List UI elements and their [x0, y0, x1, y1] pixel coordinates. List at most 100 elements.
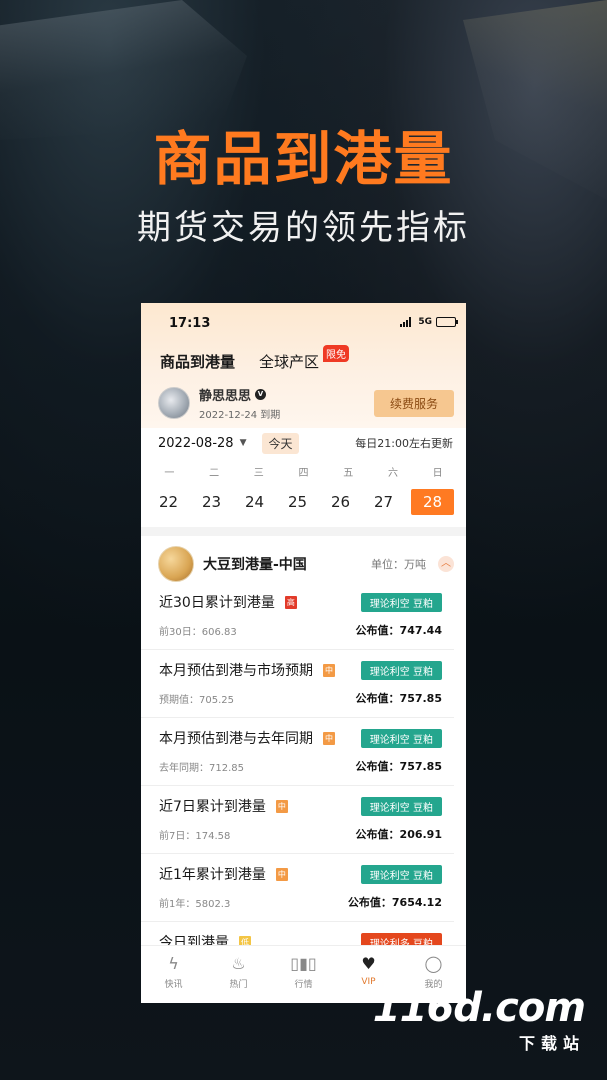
indicator-name: 近7日累计到港量: [159, 799, 266, 815]
tab-label: 行情: [294, 980, 313, 990]
status-indicators: 5G: [400, 317, 458, 327]
previous-value: 前7日：174.58: [159, 830, 231, 842]
published-value: 公布值：757.85: [355, 692, 442, 705]
unit-label: 单位：万吨: [371, 558, 426, 571]
header-area: 17:13 5G 商品到港量 全球产区 限免 静思思思 V 2022-12-24…: [141, 303, 466, 428]
section-title: 大豆到港量-中国: [203, 557, 307, 573]
avatar[interactable]: [158, 387, 190, 419]
weekday-label: 二: [209, 468, 220, 479]
section-header[interactable]: 大豆到港量-中国 单位：万吨 ︿: [141, 536, 466, 582]
importance-tag: 中: [275, 867, 288, 881]
previous-value: 去年同期：712.85: [159, 762, 244, 774]
tab-hot[interactable]: ♨ 热门: [206, 946, 271, 1003]
network-type: 5G: [418, 317, 432, 327]
day-cell[interactable]: 24: [233, 489, 276, 515]
user-name: 静思思思: [199, 389, 252, 404]
tab-arrivals[interactable]: 商品到港量: [160, 351, 235, 372]
status-bar: 17:13 5G: [141, 303, 466, 343]
indicator-name: 近1年累计到港量: [159, 867, 266, 883]
indicator-name: 近30日累计到港量: [159, 595, 275, 611]
tab-label: 热门: [229, 980, 248, 990]
user-name-line: 静思思思 V: [199, 385, 280, 404]
previous-value: 前30日：606.83: [159, 626, 237, 638]
day-cell-selected[interactable]: 28: [411, 489, 454, 515]
published-value: 公布值：7654.12: [347, 896, 442, 909]
date-picker[interactable]: 2022-08-28: [158, 436, 234, 451]
weekday-label: 日: [432, 468, 443, 479]
weekday-label: 三: [253, 468, 264, 479]
importance-tag: 中: [323, 731, 335, 745]
site-watermark: 116d.com 下载站: [372, 985, 586, 1054]
indicator-line: 本月预估到港与市场预期中 理论利空 豆粕: [159, 660, 442, 680]
published-value: 公布值：747.44: [355, 624, 442, 637]
weekday-label: 五: [343, 468, 354, 479]
indicator-name: 本月预估到港与市场预期: [159, 663, 313, 679]
person-icon: ◯: [424, 954, 443, 973]
watermark-sub: 下载站: [518, 1034, 585, 1053]
tab-label: 快讯: [164, 980, 183, 990]
day-cell[interactable]: 22: [147, 489, 190, 515]
impact-tag: 理论利空 豆粕: [360, 796, 442, 816]
promo-subline: 期货交易的领先指标: [137, 208, 470, 248]
indicator-row[interactable]: 近30日累计到港量高 理论利空 豆粕前30日：606.83 公布值：747.44: [141, 582, 454, 650]
published-value: 公布值：206.91: [355, 828, 442, 841]
indicator-row[interactable]: 本月预估到港与去年同期中 理论利空 豆粕 去年同期：712.85 公布值：757.85: [141, 718, 454, 786]
indicator-row[interactable]: 近1年累计到港量中 理论利空 豆粕前1年：5802.3 公布值：7654.12: [141, 854, 454, 922]
impact-tag: 理论利空 豆粕: [360, 592, 442, 612]
update-note: 每日21:00左右更新: [355, 437, 453, 450]
promo-headline: 商品到港量: [153, 125, 454, 193]
tab-global-regions-label: 全球产区: [259, 353, 320, 371]
day-selector: 22 23 24 25 26 27 28: [141, 479, 466, 515]
impact-tag: 理论利空 豆粕: [360, 864, 442, 884]
watermark-logo: 116d.com: [372, 985, 586, 1031]
vip-badge-icon: V: [255, 389, 267, 400]
user-expire: 2022-12-24 到期: [199, 410, 281, 421]
user-info: 静思思思 V 2022-12-24 到期: [199, 385, 280, 421]
weekday-label: 六: [387, 468, 398, 479]
indicator-list: 近30日累计到港量高理论利空 豆粕 前30日：606.83 公布值：747.44 本月…: [141, 582, 466, 990]
indicator-values: 前30日：606.83 公布值：747.44: [159, 622, 442, 638]
tab-news[interactable]: ϟ 快讯: [141, 946, 206, 1003]
chevron-up-icon[interactable]: ︿: [438, 556, 454, 572]
weekday-labels: 一 二 三 四 五 六 日: [141, 458, 466, 479]
indicator-line: 本月预估到港与去年同期中 理论利空 豆粕: [159, 728, 442, 748]
today-button[interactable]: 今天: [262, 432, 299, 454]
importance-tag: 中: [323, 663, 335, 677]
signal-icon: [400, 317, 414, 327]
day-cell[interactable]: 26: [319, 489, 362, 515]
free-badge: 限免: [323, 345, 350, 362]
indicator-values: 预期值：705.25 公布值：757.85: [159, 690, 442, 706]
soybean-icon: [158, 546, 194, 582]
status-time: 17:13: [169, 316, 211, 331]
published-value: 公布值：757.85: [355, 760, 442, 773]
day-cell[interactable]: 27: [362, 489, 405, 515]
weekday-label: 四: [298, 468, 309, 479]
lightning-icon: ϟ: [168, 954, 179, 973]
phone-screen: 17:13 5G 商品到港量 全球产区 限免 静思思思 V 2022-12-24…: [141, 303, 466, 1003]
indicator-values: 前7日：174.58 公布值：206.91: [159, 826, 442, 842]
tab-global-regions[interactable]: 全球产区 限免: [259, 345, 350, 372]
importance-tag: 高: [284, 595, 297, 609]
indicator-row[interactable]: 近7日累计到港量中 理论利空 豆粕前7日：174.58 公布值：206.91: [141, 786, 454, 854]
previous-value: 前1年：5802.3: [159, 898, 231, 910]
flame-icon: ♨: [231, 954, 246, 973]
importance-tag: 中: [275, 799, 288, 813]
caret-down-icon[interactable]: ▼: [240, 438, 247, 448]
indicator-values: 前1年：5802.3 公布值：7654.12: [159, 894, 442, 910]
weekday-label: 一: [164, 468, 175, 479]
day-cell[interactable]: 23: [190, 489, 233, 515]
indicator-row[interactable]: 本月预估到港与市场预期中 理论利空 豆粕预期值：705.25 公布值：757.85: [141, 650, 454, 718]
day-cell[interactable]: 25: [276, 489, 319, 515]
user-row: 静思思思 V 2022-12-24 到期 续费服务: [158, 385, 454, 421]
tab-market[interactable]: ▯▮▯ 行情: [271, 946, 336, 1003]
candlestick-icon: ▯▮▯: [290, 954, 317, 973]
indicator-values: 去年同期：712.85 公布值：757.85: [159, 758, 442, 774]
vip-icon: ♥: [361, 954, 376, 973]
impact-tag: 理论利空 豆粕: [360, 660, 442, 680]
renew-button[interactable]: 续费服务: [373, 389, 454, 417]
indicator-line: 近30日累计到港量高 理论利空 豆粕: [159, 592, 442, 612]
date-bar: 2022-08-28 ▼ 今天 每日21:00左右更新: [141, 428, 466, 458]
previous-value: 预期值：705.25: [159, 694, 234, 706]
section-divider: [141, 527, 466, 536]
impact-tag: 理论利空 豆粕: [360, 728, 442, 748]
